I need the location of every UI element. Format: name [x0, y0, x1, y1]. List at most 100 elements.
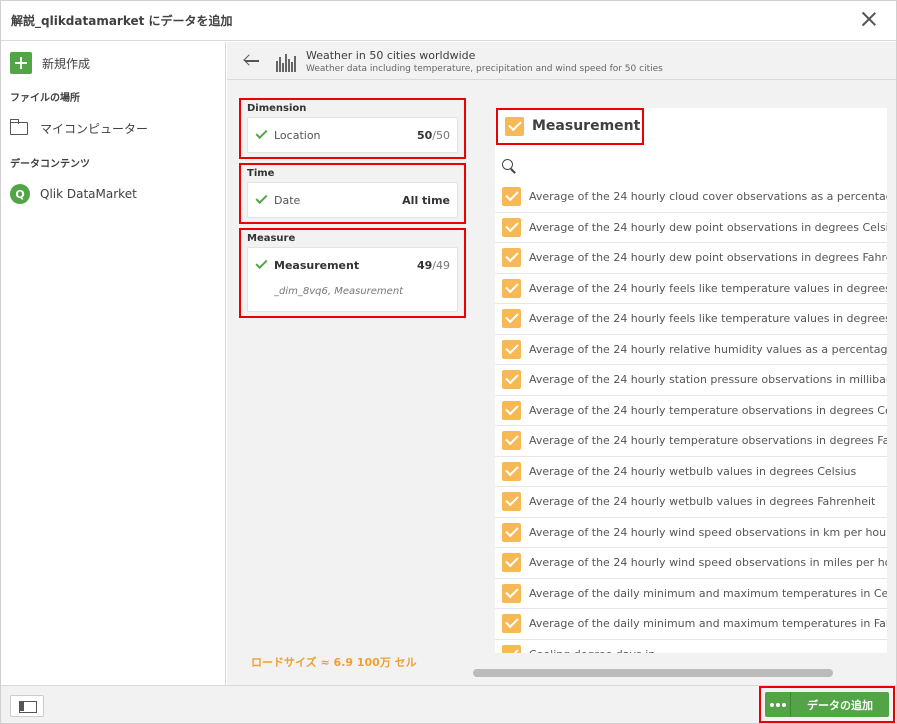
measurement-item[interactable]: Average of the 24 hourly temperature obs… — [495, 396, 887, 426]
back-arrow-icon[interactable] — [243, 52, 261, 70]
measurement-item-label: Average of the 24 hourly temperature obs… — [529, 403, 887, 417]
close-icon[interactable] — [859, 9, 879, 29]
measurement-item[interactable]: Average of the 24 hourly relative humidi… — [495, 335, 887, 365]
measurement-count: 49/49 — [416, 259, 450, 272]
file-location-header: ファイルの場所 — [10, 93, 80, 104]
dataset-bars-icon — [276, 54, 296, 72]
measurement-item[interactable]: Average of the 24 hourly feels like temp… — [495, 274, 887, 304]
measurement-item-label: Average of the 24 hourly dew point obser… — [529, 220, 887, 234]
measurement-item[interactable]: Cooling degree days in ... — [495, 640, 887, 654]
measurement-item[interactable]: Average of the 24 hourly cloud cover obs… — [495, 182, 887, 213]
add-data-label: データの追加 — [807, 698, 873, 712]
folder-icon — [9, 119, 28, 135]
check-icon — [255, 191, 268, 205]
dialog-footer: データの追加 — [1, 685, 896, 723]
check-icon — [255, 126, 268, 140]
measurement-item[interactable]: Average of the 24 hourly dew point obser… — [495, 213, 887, 243]
location-card[interactable]: Location 50/50 — [247, 117, 458, 153]
checkbox-icon — [502, 248, 521, 267]
location-label: Location — [274, 129, 321, 142]
load-size: ロードサイズ ≈ 6.9 100万 セル — [251, 656, 417, 669]
measurement-item[interactable]: Average of the 24 hourly wetbulb values … — [495, 457, 887, 487]
measurement-card[interactable]: Measurement 49/49 _dim_8vq6, Measurement — [247, 247, 458, 312]
nav-item-my-computer[interactable]: マイコンピューター — [9, 119, 149, 137]
checkbox-icon — [502, 492, 521, 511]
measurement-item-label: Average of the 24 hourly feels like temp… — [529, 281, 887, 295]
measure-filter: Measure Measurement 49/49 _dim_8vq6, Mea… — [239, 228, 466, 318]
measurement-item-label: Average of the 24 hourly relative humidi… — [529, 342, 887, 356]
checkbox-icon — [502, 278, 521, 298]
measurement-item[interactable]: Average of the daily minimum and maximum… — [495, 609, 887, 640]
checkbox-icon — [502, 400, 521, 420]
measurement-panel-title: Measurement — [532, 118, 641, 134]
measurement-item[interactable]: Average of the 24 hourly feels like temp… — [495, 304, 887, 335]
date-card[interactable]: Date All time — [247, 182, 458, 218]
measurement-item-label: Average of the 24 hourly wetbulb values … — [529, 495, 876, 508]
dataset-subtitle: Weather data including temperature, prec… — [306, 64, 663, 74]
location-count: 50/50 — [416, 129, 450, 142]
dialog-title: 解説_qlikdatamarket にデータを追加 — [11, 14, 233, 28]
measurement-item-label: Average of the 24 hourly feels like temp… — [529, 312, 887, 325]
nav-item-label: マイコンピューター — [40, 122, 149, 136]
nav-item-qlik-datamarket[interactable]: Q Qlik DataMarket — [10, 184, 137, 204]
date-value: All time — [402, 194, 450, 207]
measurement-item[interactable]: Average of the 24 hourly wind speed obse… — [495, 548, 887, 579]
add-data-dialog: 解説_qlikdatamarket にデータを追加 新規作成 ファイルの場所 マ… — [0, 0, 897, 724]
panel-toggle-icon[interactable] — [10, 695, 44, 717]
date-label: Date — [274, 194, 301, 207]
measurement-panel: Measurement Average of the 24 hourly clo… — [495, 108, 887, 653]
dataset-title: Weather in 50 cities worldwide — [306, 49, 476, 62]
checkbox-icon — [502, 187, 521, 206]
check-icon — [255, 256, 268, 270]
dimension-filter: Dimension Location 50/50 — [239, 98, 466, 159]
measurement-item-label: Average of the 24 hourly wetbulb values … — [529, 464, 857, 478]
measurement-item-label: Cooling degree days in ... — [529, 648, 669, 654]
checkbox-icon — [502, 522, 521, 542]
checkbox-icon — [502, 461, 521, 481]
measurement-item-label: Average of the daily minimum and maximum… — [529, 586, 887, 600]
checkbox-icon — [502, 309, 521, 328]
checkbox-icon — [502, 644, 521, 653]
data-content-header: データコンテンツ — [10, 159, 90, 170]
measurement-label: Measurement — [274, 259, 360, 272]
checkbox-icon — [502, 553, 521, 572]
search-icon[interactable] — [501, 158, 517, 174]
checkbox-icon — [502, 583, 521, 603]
checkbox-icon — [502, 339, 521, 359]
dialog-header: 解説_qlikdatamarket にデータを追加 — [1, 1, 896, 41]
dimension-title: Dimension — [247, 103, 307, 114]
more-options-icon[interactable] — [765, 692, 791, 717]
measurement-item-label: Average of the 24 hourly station pressur… — [529, 373, 887, 386]
measurement-item[interactable]: Average of the 24 hourly temperature obs… — [495, 426, 887, 457]
time-title: Time — [247, 168, 275, 179]
measurement-item[interactable]: Average of the 24 hourly dew point obser… — [495, 243, 887, 274]
measurement-item-label: Average of the 24 hourly cloud cover obs… — [529, 190, 887, 203]
add-data-highlight: データの追加 — [759, 686, 895, 723]
measurement-item-label: Average of the 24 hourly wind speed obse… — [529, 556, 887, 569]
checkbox-icon — [505, 117, 524, 136]
checkbox-icon — [502, 431, 521, 450]
measurement-select-all[interactable]: Measurement — [496, 108, 644, 145]
measurement-item[interactable]: Average of the 24 hourly wetbulb values … — [495, 487, 887, 518]
measure-title: Measure — [247, 233, 296, 244]
checkbox-icon — [502, 614, 521, 633]
measurement-item-label: Average of the 24 hourly wind speed obse… — [529, 525, 887, 539]
add-data-button[interactable]: データの追加 — [765, 692, 889, 717]
dataset-header: Weather in 50 cities worldwide Weather d… — [227, 42, 896, 80]
measurement-item[interactable]: Average of the daily minimum and maximum… — [495, 579, 887, 609]
measurement-list: Average of the 24 hourly cloud cover obs… — [495, 182, 887, 653]
horizontal-scrollbar[interactable] — [473, 669, 833, 677]
content-area: Weather in 50 cities worldwide Weather d… — [227, 42, 896, 685]
measurement-sub: _dim_8vq6, Measurement — [274, 286, 404, 297]
checkbox-icon — [502, 370, 521, 389]
time-filter: Time Date All time — [239, 163, 466, 224]
checkbox-icon — [502, 217, 521, 237]
left-nav: 新規作成 ファイルの場所 マイコンピューター データコンテンツ Q Qlik D… — [1, 42, 226, 685]
plus-icon — [10, 52, 32, 74]
measurement-item[interactable]: Average of the 24 hourly station pressur… — [495, 365, 887, 396]
measurement-item-label: Average of the 24 hourly temperature obs… — [529, 434, 887, 447]
measurement-item[interactable]: Average of the 24 hourly wind speed obse… — [495, 518, 887, 548]
measurement-item-label: Average of the 24 hourly dew point obser… — [529, 251, 887, 264]
measurement-item-label: Average of the daily minimum and maximum… — [529, 617, 887, 630]
new-button[interactable]: 新規作成 — [10, 52, 90, 74]
